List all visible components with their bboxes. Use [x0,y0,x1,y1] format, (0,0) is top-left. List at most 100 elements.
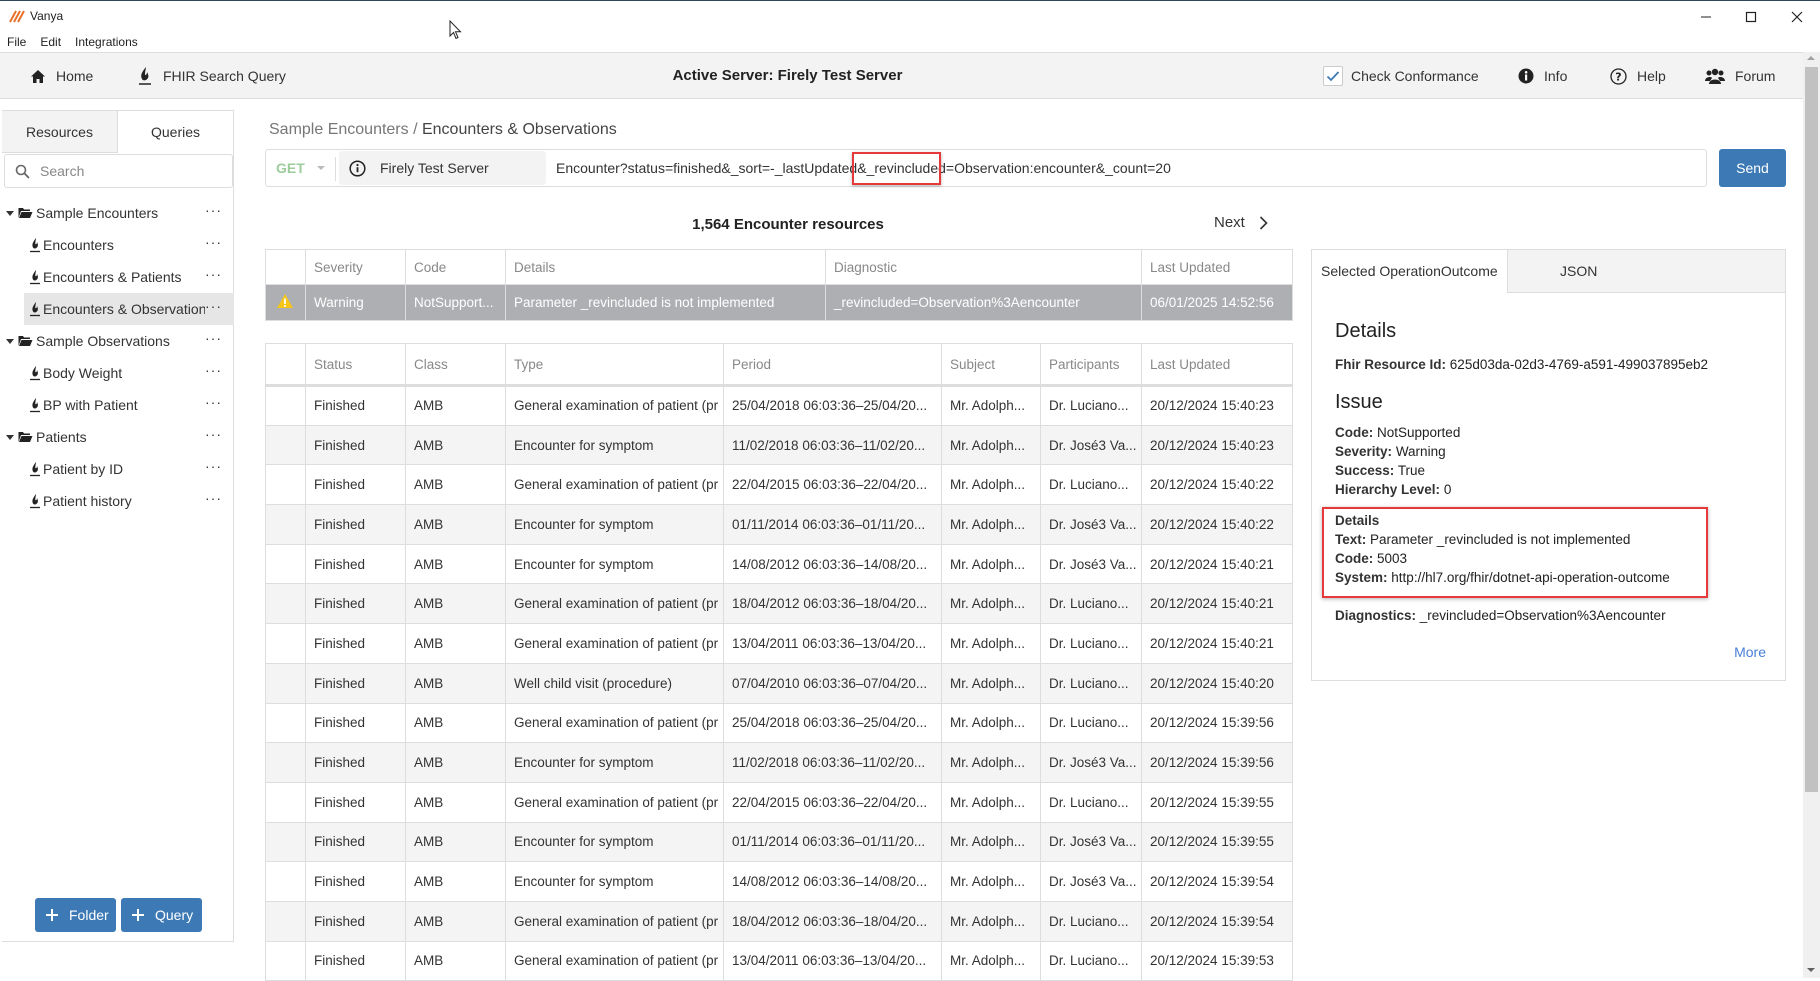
subject-cell[interactable]: Mr. Adolph... [941,504,1041,545]
table-row[interactable]: Finished AMB Encounter for symptom 14/08/20… [265,861,1293,902]
table-row[interactable]: Finished AMB General examination of patien… [265,940,1293,981]
subject-cell[interactable]: Mr. Adolph... [941,702,1041,744]
subject-cell[interactable]: Mr. Adolph... [941,385,1041,426]
subject-cell[interactable]: Mr. Adolph... [941,662,1041,704]
tree-query-item[interactable]: Patient by ID ··· [2,453,234,485]
column-header-last-updated[interactable]: Last Updated [1141,343,1293,387]
participants-cell[interactable]: Dr. Luciano... [1040,702,1142,744]
subject-cell[interactable]: Mr. Adolph... [941,861,1041,902]
table-row[interactable]: Finished AMB General examination of patien… [265,623,1293,664]
more-options-icon[interactable]: ··· [205,235,222,249]
more-options-icon[interactable]: ··· [205,427,222,441]
help-button[interactable]: ? Help [1610,53,1666,99]
scroll-up-arrow-icon[interactable] [1807,56,1815,60]
more-options-icon[interactable]: ··· [205,395,222,409]
scroll-down-arrow-icon[interactable] [1807,968,1815,972]
tree-folder[interactable]: Sample Encounters ··· [2,197,234,229]
subject-cell[interactable]: Mr. Adolph... [941,900,1041,942]
table-row[interactable]: Finished AMB General examination of patien… [265,781,1293,823]
home-button[interactable]: Home [30,53,93,99]
table-row[interactable]: Finished AMB Encounter for symptom 11/02/20… [265,742,1293,783]
outcome-row-selected[interactable]: Warning NotSupport... Parameter _revincl… [265,284,1293,321]
column-header-diagnostic[interactable]: Diagnostic [825,249,1142,285]
participants-cell[interactable]: Dr. Luciano... [1040,900,1142,942]
table-row[interactable]: Finished AMB Encounter for symptom 11/02/20… [265,424,1293,466]
close-window-button[interactable] [1774,5,1820,29]
column-header-participants[interactable]: Participants [1040,343,1142,387]
more-options-icon[interactable]: ··· [205,491,222,505]
table-row[interactable]: Finished AMB Encounter for symptom 01/11/20… [265,821,1293,863]
fhir-search-query-button[interactable]: FHIR Search Query [137,53,286,99]
participants-cell[interactable]: Dr. Luciano... [1040,781,1142,823]
tab-selected-operation-outcome[interactable]: Selected OperationOutcome [1312,250,1507,293]
participants-cell[interactable]: Dr. José3 Va... [1040,424,1142,466]
scrollbar-thumb[interactable] [1805,67,1818,792]
maximize-button[interactable] [1728,5,1774,29]
column-header-class[interactable]: Class [405,343,506,387]
subject-cell[interactable]: Mr. Adolph... [941,424,1041,466]
participants-cell[interactable]: Dr. José3 Va... [1040,742,1142,783]
participants-cell[interactable]: Dr. José3 Va... [1040,861,1142,902]
subject-cell[interactable]: Mr. Adolph... [941,623,1041,664]
subject-cell[interactable]: Mr. Adolph... [941,940,1041,981]
more-options-icon[interactable]: ··· [205,299,222,313]
column-header-period[interactable]: Period [723,343,942,387]
subject-cell[interactable]: Mr. Adolph... [941,742,1041,783]
breadcrumb-parent[interactable]: Sample Encounters [269,121,409,138]
tree-folder[interactable]: Patients ··· [2,421,234,453]
next-page-button[interactable]: Next [1214,214,1268,231]
caret-down-icon[interactable] [6,210,14,216]
more-options-icon[interactable]: ··· [205,363,222,377]
participants-cell[interactable]: Dr. Luciano... [1040,464,1142,506]
check-conformance-toggle[interactable]: Check Conformance [1323,64,1479,88]
column-header-type[interactable]: Type [505,343,724,387]
subject-cell[interactable]: Mr. Adolph... [941,543,1041,585]
more-link[interactable]: More [1734,644,1766,660]
add-folder-button[interactable]: Folder [35,898,116,932]
participants-cell[interactable]: Dr. José3 Va... [1040,504,1142,545]
column-header-status[interactable]: Status [305,343,406,387]
participants-cell[interactable]: Dr. Luciano... [1040,662,1142,704]
participants-cell[interactable]: Dr. Luciano... [1040,623,1142,664]
more-options-icon[interactable]: ··· [205,203,222,217]
menu-integrations[interactable]: Integrations [68,34,145,52]
server-selector[interactable]: Firely Test Server [339,151,546,185]
table-row[interactable]: Finished AMB Encounter for symptom 01/11/20… [265,504,1293,545]
tree-query-item[interactable]: Patient history ··· [2,485,234,517]
tree-query-item[interactable]: Encounters ··· [2,229,234,261]
tree-query-item[interactable]: BP with Patient ··· [2,389,234,421]
minimize-button[interactable] [1683,5,1729,29]
tab-resources[interactable]: Resources [2,111,118,153]
tree-query-item[interactable]: Encounters & Patients ··· [2,261,234,293]
participants-cell[interactable]: Dr. José3 Va... [1040,543,1142,585]
send-button[interactable]: Send [1719,149,1786,187]
info-button[interactable]: Info [1518,53,1567,99]
tree-query-item[interactable]: Encounters & Observations ··· [24,293,234,325]
more-options-icon[interactable]: ··· [205,459,222,473]
add-query-button[interactable]: Query [121,898,202,932]
http-method-select[interactable]: GET [276,150,325,186]
table-row[interactable]: Finished AMB Encounter for symptom 14/08/20… [265,543,1293,585]
more-options-icon[interactable]: ··· [205,267,222,281]
tree-query-item[interactable]: Body Weight ··· [2,357,234,389]
subject-cell[interactable]: Mr. Adolph... [941,583,1041,625]
forum-button[interactable]: Forum [1705,53,1775,99]
menu-file[interactable]: File [0,34,33,52]
column-header-code[interactable]: Code [405,249,506,285]
column-header-details[interactable]: Details [505,249,826,285]
participants-cell[interactable]: Dr. Luciano... [1040,385,1142,426]
table-row[interactable]: Finished AMB General examination of patien… [265,464,1293,506]
column-header-subject[interactable]: Subject [941,343,1041,387]
table-row[interactable]: Finished AMB General examination of patien… [265,583,1293,625]
sidebar-search-input[interactable] [40,163,210,179]
caret-down-icon[interactable] [6,434,14,440]
menu-edit[interactable]: Edit [33,34,68,52]
column-header-last-updated[interactable]: Last Updated [1141,249,1293,285]
tab-json[interactable]: JSON [1507,250,1785,293]
table-row[interactable]: Finished AMB General examination of patien… [265,702,1293,744]
participants-cell[interactable]: Dr. Luciano... [1040,583,1142,625]
subject-cell[interactable]: Mr. Adolph... [941,464,1041,506]
column-header-severity[interactable]: Severity [305,249,406,285]
query-url-input[interactable] [549,150,1699,186]
tab-queries[interactable]: Queries [118,111,233,153]
